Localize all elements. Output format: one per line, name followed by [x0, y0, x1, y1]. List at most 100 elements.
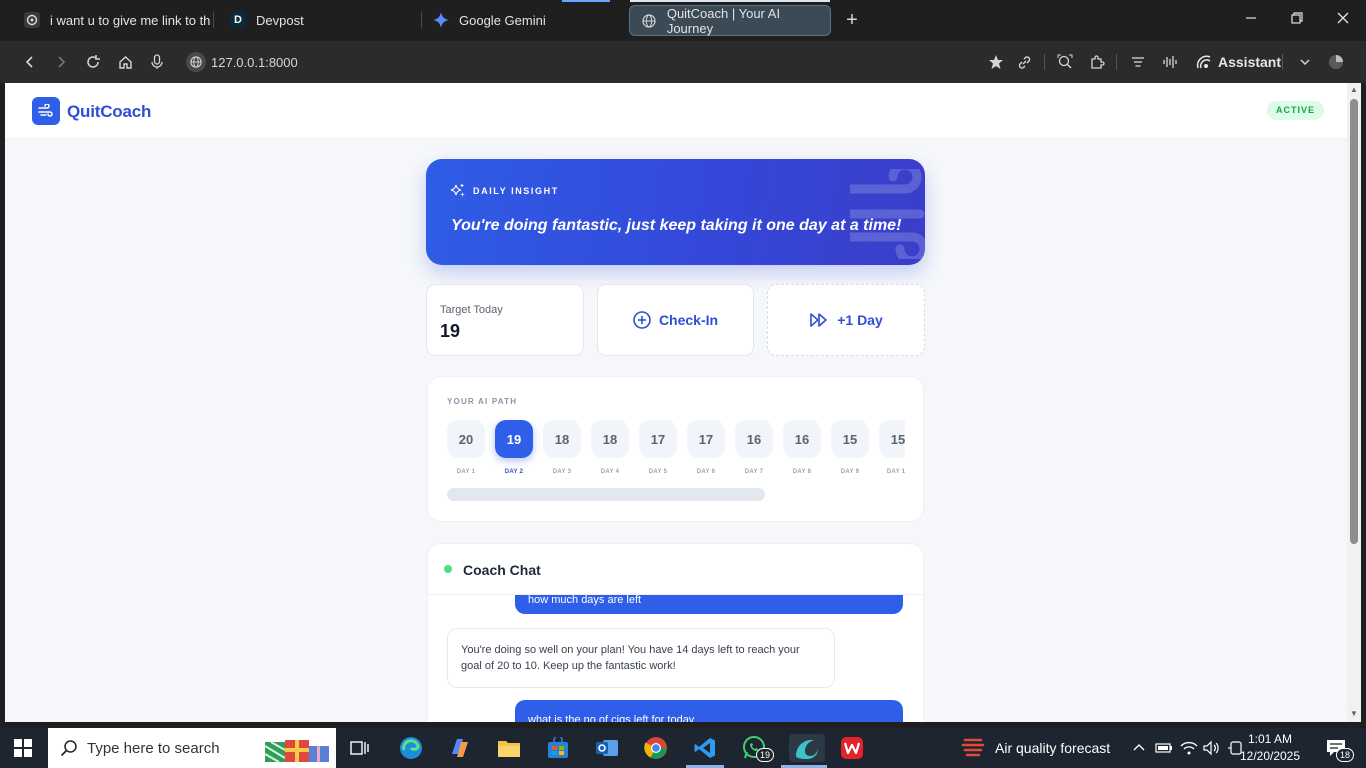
microphone-icon[interactable] — [147, 52, 167, 72]
clock-date: 12/20/2025 — [1239, 749, 1301, 763]
plus-one-day-button[interactable]: +1 Day — [767, 284, 925, 356]
link-icon[interactable] — [1014, 52, 1034, 72]
profile-avatar-icon[interactable] — [1326, 52, 1346, 72]
day-label: DAY 1 — [456, 469, 476, 475]
day-label: DAY 2 — [504, 469, 524, 475]
whatsapp-badge: 19 — [756, 748, 775, 762]
day-item[interactable]: 16 DAY 8 — [783, 420, 821, 475]
day-label: DAY 8 — [792, 469, 812, 475]
check-in-button[interactable]: Check-In — [597, 284, 754, 356]
vscode-icon[interactable] — [691, 734, 719, 762]
app-header: QuitCoach ACTIVE — [5, 83, 1347, 139]
target-today-card: Target Today 19 — [426, 284, 584, 356]
microsoft-store-icon[interactable] — [544, 734, 572, 762]
scroll-down-icon[interactable]: ▼ — [1349, 709, 1359, 719]
back-icon[interactable] — [20, 52, 40, 72]
file-explorer-icon[interactable] — [495, 734, 523, 762]
extensions-icon[interactable] — [1087, 52, 1107, 72]
reload-icon[interactable] — [83, 52, 103, 72]
day-item[interactable]: 17 DAY 6 — [687, 420, 725, 475]
chevron-up-icon[interactable] — [1129, 734, 1149, 762]
close-window-icon[interactable] — [1331, 8, 1355, 32]
restore-icon[interactable] — [1285, 8, 1309, 32]
taskbar-search[interactable]: Type here to search — [48, 728, 336, 768]
zoom-page-icon[interactable] — [1055, 52, 1075, 72]
app-brand[interactable]: QuitCoach — [67, 102, 151, 122]
day-target-value: 20 — [447, 420, 485, 458]
page-scrollbar[interactable]: ▲ ▼ — [1347, 83, 1361, 722]
day-target-value: 16 — [783, 420, 821, 458]
insight-message: You're doing fantastic, just keep taking… — [451, 217, 902, 234]
day-target-value: 18 — [591, 420, 629, 458]
tab-devpost[interactable]: D Devpost — [222, 0, 422, 40]
day-item[interactable]: 15 DAY 10 — [879, 420, 905, 475]
day-target-value: 16 — [735, 420, 773, 458]
ai-path-card: YOUR AI PATH 20 DAY 1 19 DAY 2 18 DAY 3 18 DAY … — [427, 376, 924, 522]
scroll-up-icon[interactable]: ▲ — [1349, 85, 1359, 95]
new-tab-button[interactable]: + — [843, 10, 861, 30]
tab-title: i want u to give me link to the — [50, 12, 210, 28]
copilot-icon[interactable] — [446, 734, 474, 762]
weather-icon[interactable] — [959, 734, 987, 762]
online-indicator — [444, 565, 452, 573]
day-strip[interactable]: 20 DAY 1 19 DAY 2 18 DAY 3 18 DAY 4 17 DAY 5 17 DAY… — [447, 420, 905, 482]
assistant-button[interactable]: Assistant — [1196, 52, 1281, 72]
chrome-icon[interactable] — [642, 734, 670, 762]
task-view-icon[interactable] — [346, 734, 374, 762]
tab-chatgpt[interactable]: i want u to give me link to the — [14, 0, 214, 40]
day-item[interactable]: 19 DAY 2 — [495, 420, 533, 475]
globe-icon — [642, 13, 657, 29]
system-clock[interactable]: 1:01 AM 12/20/2025 — [1230, 731, 1310, 765]
volume-icon[interactable] — [1201, 734, 1221, 762]
weather-text[interactable]: Air quality forecast — [995, 740, 1110, 756]
day-item[interactable]: 17 DAY 5 — [639, 420, 677, 475]
browser-tab-bar: i want u to give me link to the D Devpos… — [0, 0, 1366, 41]
chevron-down-icon[interactable] — [1295, 52, 1315, 72]
tab-quitcoach[interactable]: QuitCoach | Your AI Journey — [629, 5, 831, 36]
tab-title: QuitCoach | Your AI Journey — [666, 5, 781, 36]
minimize-icon[interactable] — [1239, 8, 1263, 32]
plus-circle-icon — [633, 311, 651, 329]
search-placeholder: Type here to search — [87, 739, 220, 757]
windows-start-icon[interactable] — [14, 739, 32, 757]
day-item[interactable]: 18 DAY 4 — [591, 420, 629, 475]
day-label: DAY 3 — [552, 469, 572, 475]
forward-icon[interactable] — [51, 52, 71, 72]
chatgpt-icon — [24, 12, 40, 28]
assistant-icon — [1196, 55, 1211, 69]
tab-title: Devpost — [256, 12, 304, 28]
day-target-value: 15 — [879, 420, 905, 458]
insight-tag: DAILY INSIGHT — [450, 183, 559, 199]
coach-message: You're doing so well on your plan! You h… — [447, 628, 835, 688]
day-item[interactable]: 16 DAY 7 — [735, 420, 773, 475]
reading-list-icon[interactable] — [1128, 52, 1148, 72]
notifications-icon[interactable]: 18 — [1322, 734, 1355, 762]
edge-icon[interactable] — [397, 734, 425, 762]
wps-office-icon[interactable] — [838, 734, 866, 762]
site-info-icon[interactable] — [186, 52, 206, 72]
day-strip-scrollbar[interactable] — [447, 488, 765, 501]
user-message: what is the no of cigs left for today — [515, 700, 903, 722]
home-icon[interactable] — [115, 52, 135, 72]
browser-app-icon[interactable] — [789, 734, 825, 762]
address-bar[interactable]: 127.0.0.1:8000 — [186, 51, 346, 73]
day-target-value: 17 — [687, 420, 725, 458]
whatsapp-icon[interactable]: 19 — [740, 734, 775, 762]
network-icon[interactable] — [1179, 734, 1199, 762]
day-item[interactable]: 15 DAY 9 — [831, 420, 869, 475]
day-target-value: 19 — [495, 420, 533, 458]
clock-time: 1:01 AM — [1247, 732, 1293, 746]
scrollbar-thumb[interactable] — [1350, 99, 1358, 544]
day-label: DAY 9 — [840, 469, 860, 475]
bookmark-star-icon[interactable] — [986, 52, 1006, 72]
battery-icon[interactable] — [1154, 734, 1174, 762]
tab-gemini[interactable]: Google Gemini — [425, 0, 625, 40]
audio-wave-icon[interactable] — [1160, 52, 1180, 72]
daily-insight-card: DAILY INSIGHT You're doing fantastic, ju… — [426, 159, 925, 265]
day-label: DAY 6 — [696, 469, 716, 475]
day-item[interactable]: 18 DAY 3 — [543, 420, 581, 475]
day-label: DAY 7 — [744, 469, 764, 475]
day-item[interactable]: 20 DAY 1 — [447, 420, 485, 475]
outlook-icon[interactable] — [593, 734, 621, 762]
tab-title: Google Gemini — [459, 12, 546, 28]
